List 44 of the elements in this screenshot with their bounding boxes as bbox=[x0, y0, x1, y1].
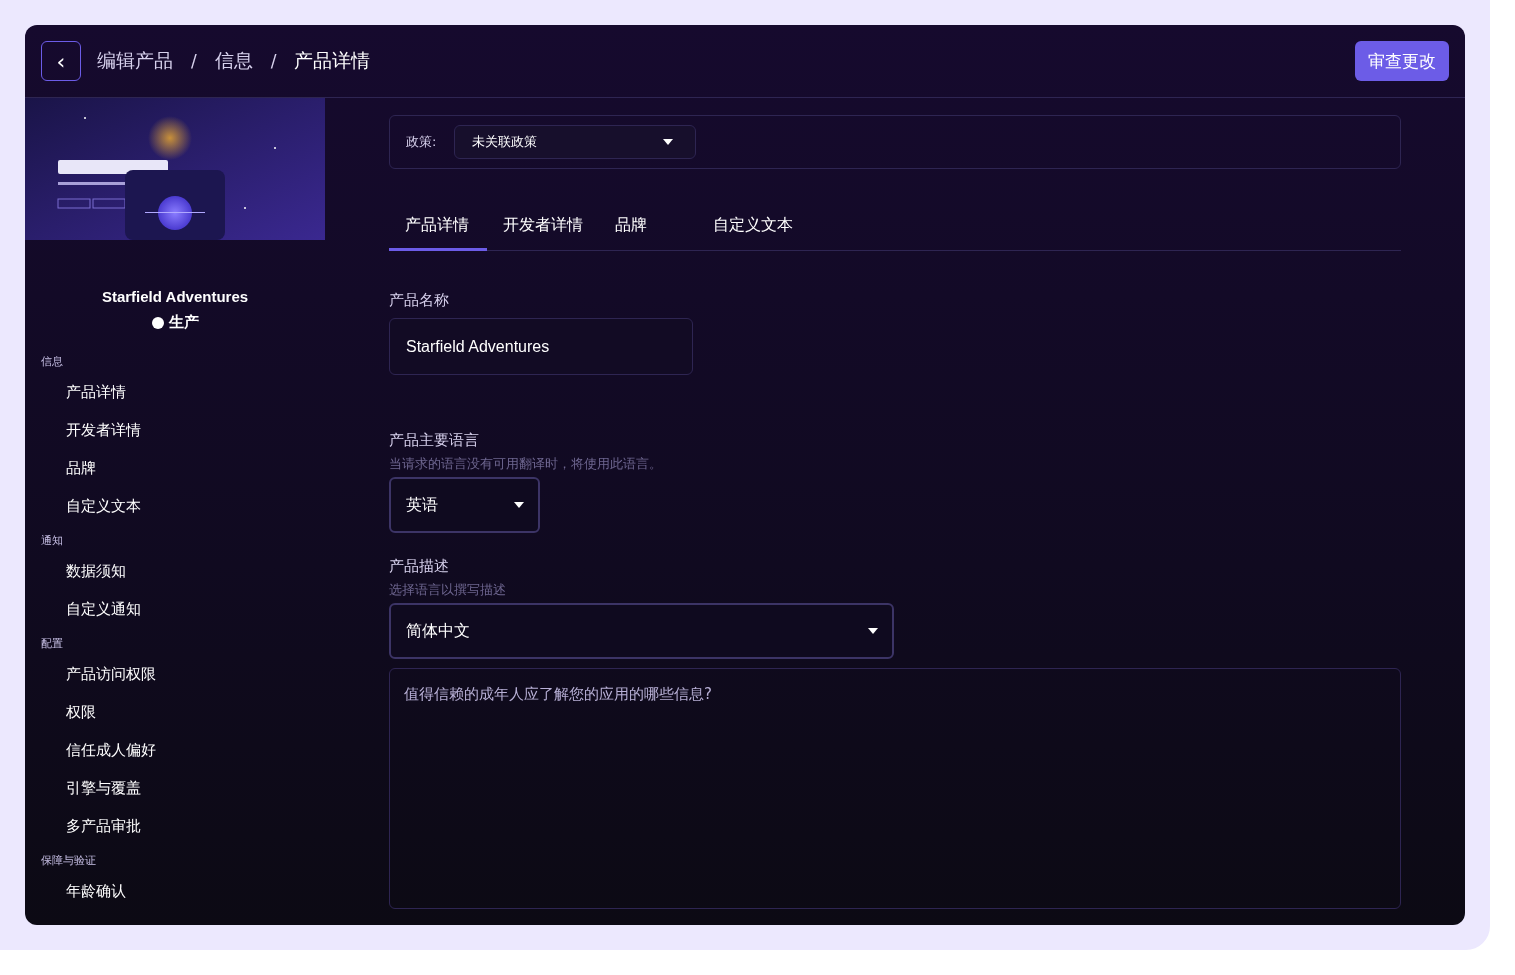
back-button[interactable]: ‹ bbox=[41, 41, 81, 81]
policy-select[interactable]: 未关联政策 bbox=[454, 125, 697, 159]
sidebar-item[interactable]: 引擎与覆盖 bbox=[25, 769, 325, 807]
tab[interactable]: 自定义文本 bbox=[697, 205, 809, 251]
field-label: 产品主要语言 bbox=[389, 431, 480, 450]
field-hint: 选择语言以撰写描述 bbox=[389, 582, 507, 599]
breadcrumb-item: 产品详情 bbox=[294, 48, 371, 73]
field-label: 产品描述 bbox=[389, 557, 450, 576]
breadcrumb-separator: / bbox=[270, 51, 277, 71]
description-field[interactable]: 值得信赖的成年人应了解您的应用的哪些信息? bbox=[389, 668, 1401, 909]
review-changes-button[interactable]: 审查更改 bbox=[1355, 41, 1449, 81]
language-select[interactable]: 英语 bbox=[389, 477, 540, 533]
tab[interactable]: 产品详情 bbox=[389, 205, 487, 251]
policy-label: 政策: bbox=[406, 133, 437, 151]
field-hint: 当请求的语言没有可用翻译时，将使用此语言。 bbox=[389, 456, 663, 473]
sidebar-item[interactable]: 品牌 bbox=[25, 449, 325, 487]
field-label: 产品名称 bbox=[389, 291, 450, 310]
sidebar-item[interactable]: 开发者详情 bbox=[25, 411, 325, 449]
description-language-select[interactable]: 简体中文 bbox=[389, 603, 894, 659]
sidebar-item[interactable]: 自定义通知 bbox=[25, 590, 325, 628]
product-status: 生产 bbox=[151, 313, 199, 332]
sidebar-item[interactable]: 自定义文本 bbox=[25, 487, 325, 525]
tab[interactable]: 开发者详情 bbox=[487, 205, 599, 251]
sidebar-item[interactable]: 数据须知 bbox=[25, 552, 325, 590]
sidebar-section-title: 信息 bbox=[40, 354, 64, 369]
sidebar-item[interactable]: 信任成人偏好 bbox=[25, 731, 325, 769]
sidebar-item[interactable]: 产品详情 bbox=[25, 373, 325, 411]
breadcrumb-item[interactable]: 编辑产品 bbox=[97, 48, 173, 74]
sidebar-item[interactable]: 权限 bbox=[25, 693, 325, 731]
sidebar-section-title: 配置 bbox=[40, 636, 64, 651]
status-dot bbox=[151, 316, 164, 329]
sidebar-item[interactable]: 多产品审批 bbox=[25, 807, 325, 845]
sidebar-section-title: 通知 bbox=[40, 533, 64, 548]
caret-icon bbox=[868, 628, 878, 634]
caret-icon bbox=[663, 139, 674, 145]
sidebar-item[interactable]: 产品访问权限 bbox=[25, 655, 325, 693]
sidebar-section-title: 保障与验证 bbox=[40, 853, 97, 868]
sidebar-item[interactable]: 年龄确认 bbox=[25, 872, 325, 910]
product-name-field[interactable]: Starfield Adventures bbox=[389, 318, 693, 375]
product-name: Starfield Adventures bbox=[101, 288, 249, 305]
caret-icon bbox=[514, 502, 524, 508]
tab[interactable]: 品牌 bbox=[599, 205, 697, 251]
breadcrumb-item[interactable]: 信息 bbox=[214, 48, 253, 74]
breadcrumb-separator: / bbox=[191, 51, 197, 71]
